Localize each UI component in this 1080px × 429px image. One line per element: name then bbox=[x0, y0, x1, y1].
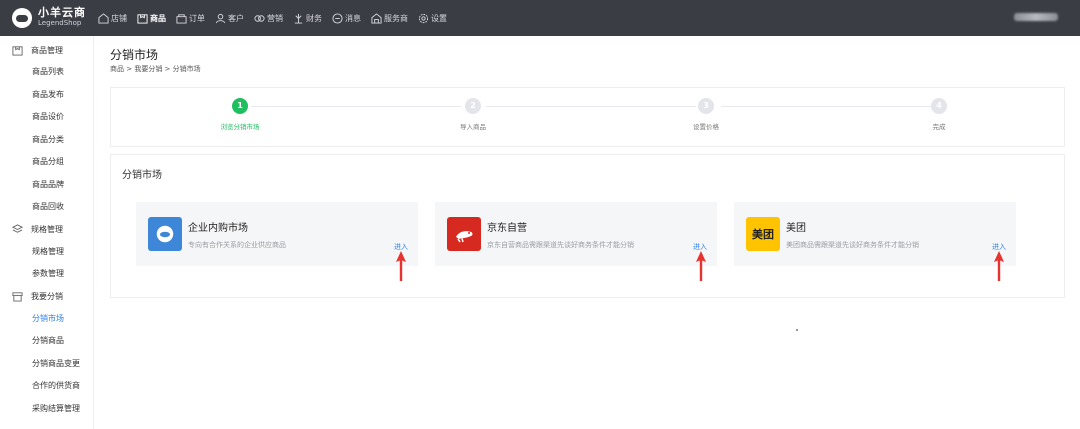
shop-icon bbox=[98, 12, 109, 24]
step-3: 3 设置价格 bbox=[666, 98, 746, 131]
step-number: 3 bbox=[698, 98, 714, 114]
sidebar-item-product-list[interactable]: 商品列表 bbox=[0, 61, 93, 84]
sidebar-item-distribution-products[interactable]: 分销商品 bbox=[0, 330, 93, 353]
user-account-menu[interactable] bbox=[1014, 13, 1058, 21]
step-number: 4 bbox=[931, 98, 947, 114]
step-number: 1 bbox=[232, 98, 248, 114]
finance-icon bbox=[294, 13, 303, 24]
channel-name: 企业内购市场 bbox=[188, 223, 248, 234]
step-number: 2 bbox=[465, 98, 481, 114]
step-label: 设置价格 bbox=[693, 123, 719, 131]
sidebar-item-spec-management[interactable]: 规格管理 bbox=[0, 241, 93, 264]
channel-card-jd[interactable]: 京东自营 京东自营商品需跟渠道先谈好商务条件才能分销 进入 bbox=[435, 202, 717, 266]
nav-customer[interactable]: 客户 bbox=[215, 0, 244, 36]
stray-dot bbox=[796, 329, 798, 331]
marketing-icon bbox=[254, 14, 265, 22]
order-icon bbox=[176, 13, 187, 24]
arrow-up-icon bbox=[396, 251, 406, 281]
nav-product[interactable]: 商品 bbox=[137, 0, 166, 36]
step-connector bbox=[486, 106, 696, 107]
message-icon bbox=[332, 12, 343, 24]
step-label: 浏览分销市场 bbox=[220, 123, 260, 131]
service-icon bbox=[371, 12, 382, 24]
nav-shop[interactable]: 店铺 bbox=[98, 0, 127, 36]
sidebar-group-spec-management[interactable]: 规格管理 bbox=[0, 219, 93, 241]
step-connector bbox=[251, 106, 461, 107]
sidebar-group-distribution[interactable]: 我要分销 bbox=[0, 286, 93, 308]
sidebar-item-product-publish[interactable]: 商品发布 bbox=[0, 84, 93, 107]
page-title: 分销市场 bbox=[110, 48, 159, 62]
customer-icon bbox=[215, 13, 226, 23]
settings-icon bbox=[418, 13, 429, 23]
nav-finance[interactable]: 财务 bbox=[293, 0, 322, 36]
sidebar: 商品管理 商品列表 商品发布 商品设价 商品分类 商品分组 商品品牌 商品回收 … bbox=[0, 36, 94, 429]
section-title: 分销市场 bbox=[122, 170, 162, 181]
nav-order[interactable]: 订单 bbox=[176, 0, 205, 36]
channel-name: 京东自营 bbox=[487, 223, 527, 234]
sidebar-item-product-recycle[interactable]: 商品回收 bbox=[0, 196, 93, 219]
jd-dog-icon bbox=[447, 217, 481, 251]
main-nav: 店铺 商品 订单 客户 营销 财务 消息 服务商 设置 bbox=[98, 0, 457, 36]
channel-name: 美团 bbox=[786, 223, 806, 234]
product-icon bbox=[137, 13, 148, 24]
step-4: 4 完成 bbox=[899, 98, 979, 131]
nav-service[interactable]: 服务商 bbox=[371, 0, 408, 36]
channel-card-enterprise[interactable]: 企业内购市场 专向有合作关系的企业供应商品 进入 bbox=[136, 202, 418, 266]
sidebar-item-product-pricing[interactable]: 商品设价 bbox=[0, 106, 93, 129]
meituan-icon: 美团 bbox=[746, 217, 780, 251]
arrow-up-icon bbox=[696, 251, 706, 281]
sidebar-item-product-category[interactable]: 商品分类 bbox=[0, 129, 93, 152]
sidebar-item-distribution-changes[interactable]: 分销商品变更 bbox=[0, 353, 93, 376]
channel-card-meituan[interactable]: 美团 美团 美团商品需跟渠道先谈好商务条件才能分销 进入 bbox=[734, 202, 1016, 266]
cloud-icon bbox=[148, 217, 182, 251]
step-label: 导入商品 bbox=[460, 123, 486, 131]
breadcrumb: 商品 > 我要分销 > 分销市场 bbox=[110, 65, 201, 73]
nav-message[interactable]: 消息 bbox=[332, 0, 361, 36]
step-label: 完成 bbox=[932, 123, 946, 131]
product-icon bbox=[12, 45, 23, 56]
store-icon bbox=[12, 292, 23, 302]
brand-subtitle: LegendShop bbox=[38, 19, 82, 27]
channel-description: 专向有合作关系的企业供应商品 bbox=[188, 241, 286, 249]
progress-steps: 1 浏览分销市场 2 导入商品 3 设置价格 4 完成 bbox=[110, 87, 1065, 147]
sidebar-item-param-management[interactable]: 参数管理 bbox=[0, 263, 93, 286]
sidebar-item-distribution-market[interactable]: 分销市场 bbox=[0, 308, 93, 331]
channel-description: 京东自营商品需跟渠道先谈好商务条件才能分销 bbox=[487, 241, 634, 249]
distribution-market-panel: 分销市场 企业内购市场 专向有合作关系的企业供应商品 进入 京东自营 京东自营商… bbox=[110, 154, 1065, 298]
brand-logo[interactable]: 小羊云商 LegendShop bbox=[0, 6, 92, 28]
sidebar-item-product-group[interactable]: 商品分组 bbox=[0, 151, 93, 174]
sidebar-item-product-brand[interactable]: 商品品牌 bbox=[0, 174, 93, 197]
main-content: 分销市场 商品 > 我要分销 > 分销市场 1 浏览分销市场 2 导入商品 3 … bbox=[94, 36, 1080, 429]
step-2: 2 导入商品 bbox=[433, 98, 513, 131]
spec-icon bbox=[12, 224, 23, 233]
brand-name: 小羊云商 bbox=[38, 6, 86, 19]
sheep-logo-icon bbox=[12, 8, 32, 28]
sidebar-item-partner-suppliers[interactable]: 合作的供货商 bbox=[0, 375, 93, 398]
channel-description: 美团商品需跟渠道先谈好商务条件才能分销 bbox=[786, 241, 919, 249]
step-1: 1 浏览分销市场 bbox=[200, 98, 280, 131]
nav-settings[interactable]: 设置 bbox=[418, 0, 447, 36]
sidebar-group-product-management[interactable]: 商品管理 bbox=[0, 39, 93, 61]
nav-marketing[interactable]: 营销 bbox=[254, 0, 283, 36]
top-navigation-bar: 小羊云商 LegendShop 店铺 商品 订单 客户 营销 财务 消息 服务商… bbox=[0, 0, 1080, 36]
arrow-up-icon bbox=[994, 251, 1004, 281]
sidebar-item-purchase-settlement[interactable]: 采购结算管理 bbox=[0, 398, 93, 421]
